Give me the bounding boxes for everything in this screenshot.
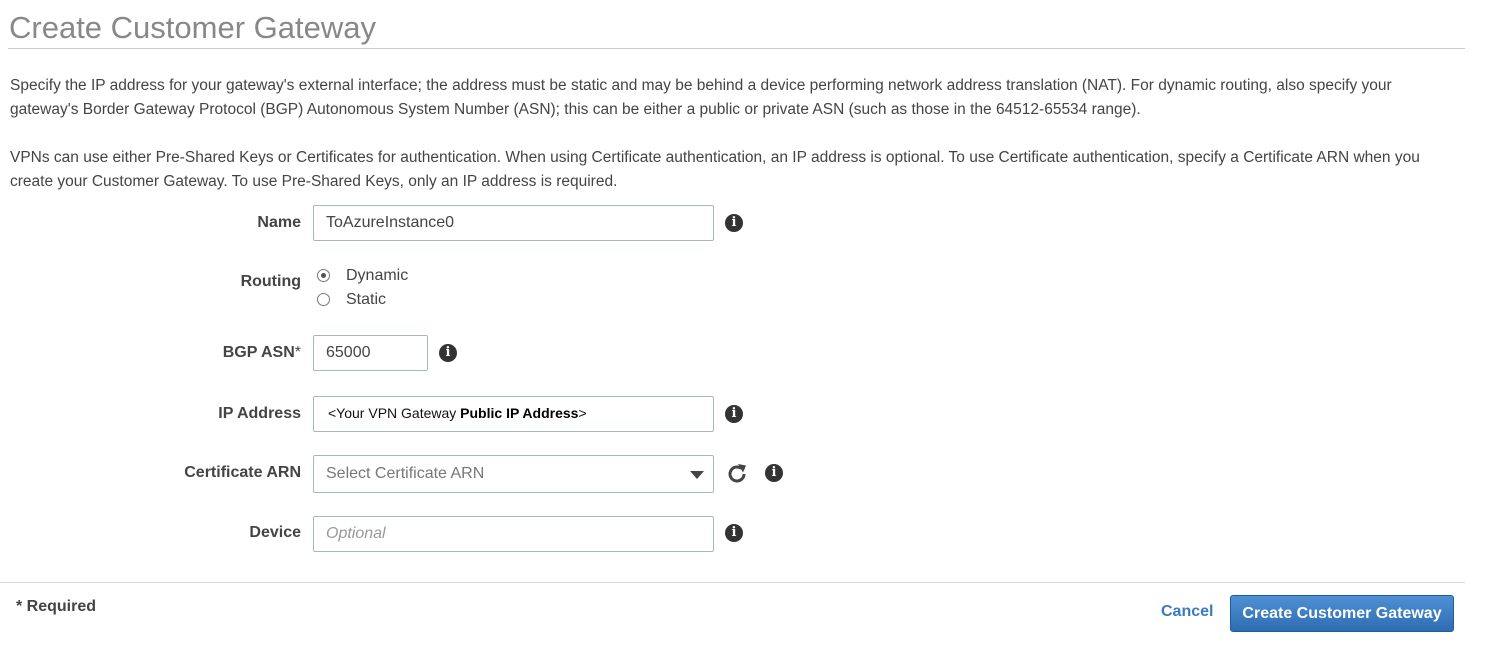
ip-address-value-prefix: <Your VPN Gateway — [328, 405, 461, 421]
footer-divider — [0, 582, 1465, 583]
create-customer-gateway-page: Create Customer Gateway Specify the IP a… — [0, 0, 1500, 655]
ip-address-value-suffix: > — [578, 405, 587, 421]
intro-paragraph-authentication: VPNs can use either Pre-Shared Keys or C… — [10, 149, 1420, 190]
refresh-icon[interactable] — [725, 462, 749, 486]
bgp-asn-input[interactable] — [313, 335, 428, 371]
cancel-button[interactable]: Cancel — [1161, 603, 1213, 621]
ip-address-label: IP Address — [218, 405, 301, 422]
required-note: * Required — [16, 598, 97, 615]
name-label: Name — [257, 214, 301, 231]
static-radio-label: Static — [346, 291, 387, 308]
title-divider — [8, 48, 1465, 49]
routing-label: Routing — [240, 273, 301, 290]
create-customer-gateway-button[interactable]: Create Customer Gateway — [1230, 595, 1454, 632]
certificate-arn-label: Certificate ARN — [184, 464, 301, 481]
static-radio[interactable] — [317, 293, 330, 306]
certificate-arn-placeholder: Select Certificate ARN — [326, 465, 485, 482]
ip-address-info-icon[interactable]: i — [725, 405, 743, 423]
ip-address-input[interactable]: <Your VPN Gateway Public IP Address> — [313, 396, 714, 432]
bgp-asn-label-text: BGP ASN — [222, 344, 295, 361]
certificate-arn-select[interactable]: Select Certificate ARN — [313, 455, 714, 493]
certificate-arn-info-icon[interactable]: i — [765, 464, 783, 482]
required-asterisk: * — [294, 344, 301, 361]
intro-paragraph-nat: Specify the IP address for your gateway'… — [10, 77, 1392, 118]
page-title: Create Customer Gateway — [9, 10, 376, 45]
ip-address-value-bold: Public IP Address — [460, 405, 579, 421]
name-info-icon[interactable]: i — [725, 214, 743, 232]
device-input[interactable] — [313, 516, 714, 552]
dynamic-radio[interactable] — [317, 269, 330, 282]
chevron-down-icon — [690, 471, 704, 479]
device-info-icon[interactable]: i — [725, 524, 743, 542]
device-label: Device — [249, 524, 301, 541]
dynamic-radio-label: Dynamic — [346, 267, 409, 284]
bgp-asn-label: BGP ASN* — [223, 343, 301, 363]
name-input[interactable] — [313, 205, 714, 241]
bgp-asn-info-icon[interactable]: i — [439, 344, 457, 362]
